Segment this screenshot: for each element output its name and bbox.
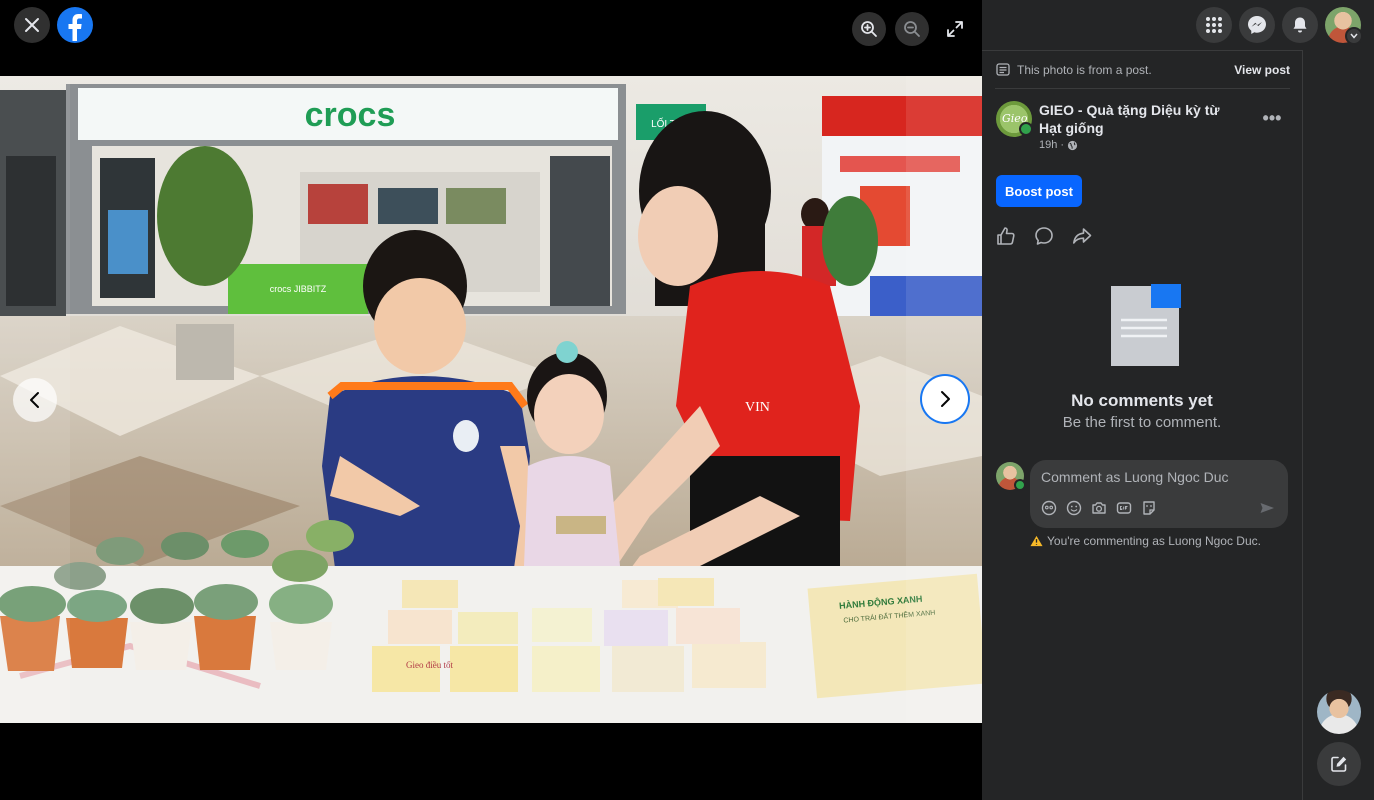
- comment-placeholder: Comment as Luong Ngoc Duc: [1041, 469, 1229, 485]
- compose-icon: [1331, 756, 1347, 772]
- no-comments-illustration: [1111, 284, 1181, 366]
- new-message-button[interactable]: [1317, 742, 1361, 786]
- facebook-logo[interactable]: [57, 7, 93, 43]
- like-icon[interactable]: [995, 225, 1017, 247]
- close-button[interactable]: [14, 7, 50, 43]
- zoom-in-icon: [861, 21, 877, 37]
- meta-separator: ·: [1060, 139, 1065, 151]
- view-post-link[interactable]: View post: [1234, 63, 1290, 77]
- online-indicator: [1014, 479, 1026, 491]
- post-photo[interactable]: crocs crocs JIBBITZ LỐI THO: [0, 76, 982, 723]
- chevron-left-icon: [30, 392, 39, 408]
- facebook-icon: [68, 14, 82, 41]
- next-photo-button[interactable]: [922, 376, 968, 422]
- messenger-button[interactable]: [1239, 7, 1275, 43]
- online-indicator: [1019, 122, 1033, 136]
- zoom-out-button[interactable]: [895, 12, 929, 46]
- globe-icon[interactable]: [1067, 140, 1078, 151]
- emoji-icon[interactable]: [1066, 500, 1082, 516]
- share-icon[interactable]: [1071, 225, 1093, 247]
- notifications-button[interactable]: [1282, 7, 1318, 43]
- sticker-icon[interactable]: [1141, 500, 1157, 516]
- messenger-icon: [1248, 16, 1266, 34]
- commenter-avatar[interactable]: [996, 462, 1026, 491]
- fullscreen-button[interactable]: [938, 12, 972, 46]
- page-avatar[interactable]: Gieo: [996, 101, 1033, 137]
- seed-card-text: Gieo điều tốt: [406, 660, 453, 670]
- avatar-sticker-icon[interactable]: [1041, 500, 1057, 516]
- photo-illustration: crocs crocs JIBBITZ LỐI THO: [0, 76, 982, 723]
- close-icon: [25, 18, 39, 32]
- boost-post-button[interactable]: Boost post: [996, 175, 1082, 207]
- bell-icon: [1293, 17, 1307, 33]
- post-icon: [996, 63, 1010, 76]
- post-meta: 19h ·: [1039, 139, 1078, 151]
- commenting-as-notice: You're commenting as Luong Ngoc Duc.: [1030, 534, 1261, 548]
- page-name-link[interactable]: GIEO - Quà tặng Diệu kỳ từ Hạt giống: [1039, 101, 1239, 137]
- menu-button[interactable]: [1196, 7, 1232, 43]
- grid-menu-icon: [1206, 17, 1222, 33]
- no-comments-subtitle: Be the first to comment.: [1062, 414, 1222, 431]
- commenting-as-text: You're commenting as Luong Ngoc Duc.: [1047, 534, 1261, 548]
- comment-icon[interactable]: [1033, 225, 1055, 247]
- camera-icon[interactable]: [1091, 500, 1107, 516]
- no-comments-title: No comments yet: [1071, 391, 1213, 410]
- from-post-bar: This photo is from a post. View post: [995, 60, 1290, 89]
- chevron-down-icon: [1345, 27, 1363, 45]
- counter-sign: crocs JIBBITZ: [270, 284, 327, 294]
- from-post-text: This photo is from a post.: [1017, 63, 1152, 77]
- post-time[interactable]: 19h: [1039, 139, 1057, 151]
- zoom-in-button[interactable]: [852, 12, 886, 46]
- warning-icon: [1030, 535, 1043, 547]
- gif-icon[interactable]: [1116, 500, 1132, 516]
- contacts-strip: [1302, 50, 1374, 800]
- zoom-out-icon: [904, 21, 920, 37]
- previous-photo-button[interactable]: [13, 378, 57, 422]
- send-icon[interactable]: [1259, 500, 1275, 516]
- shirt-print: VIN: [745, 400, 770, 415]
- chevron-right-icon: [941, 391, 950, 407]
- account-avatar[interactable]: [1325, 7, 1363, 45]
- store-sign: crocs: [305, 96, 396, 134]
- contact-avatar[interactable]: [1317, 690, 1361, 734]
- fullscreen-icon: [947, 21, 963, 37]
- comment-input[interactable]: Comment as Luong Ngoc Duc: [1030, 460, 1288, 528]
- photo-viewer: crocs crocs JIBBITZ LỐI THO: [0, 0, 982, 800]
- more-options-button[interactable]: •••: [1258, 104, 1286, 132]
